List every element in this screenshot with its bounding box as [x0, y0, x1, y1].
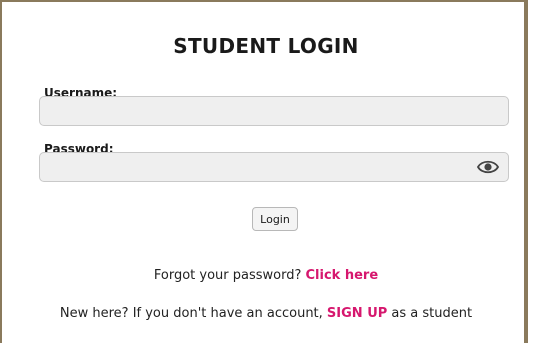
page-title: STUDENT LOGIN — [173, 34, 359, 58]
username-input[interactable] — [40, 97, 508, 125]
forgot-password-link[interactable]: Click here — [306, 268, 379, 283]
password-input[interactable] — [40, 153, 508, 181]
username-field-box — [39, 96, 509, 126]
password-field-box — [39, 152, 509, 182]
signup-link[interactable]: SIGN UP — [327, 306, 387, 321]
signup-line: New here? If you don't have an account, … — [2, 306, 530, 321]
login-panel: STUDENT LOGIN Username: Password: Login … — [0, 0, 528, 343]
forgot-password-text: Forgot your password? — [153, 268, 306, 283]
signup-text-after: as a student — [387, 306, 473, 321]
signup-text-before: New here? If you don't have an account, — [59, 306, 327, 321]
login-button[interactable]: Login — [252, 207, 298, 231]
eye-icon[interactable] — [476, 159, 500, 175]
forgot-password-line: Forgot your password? Click here — [2, 268, 530, 283]
